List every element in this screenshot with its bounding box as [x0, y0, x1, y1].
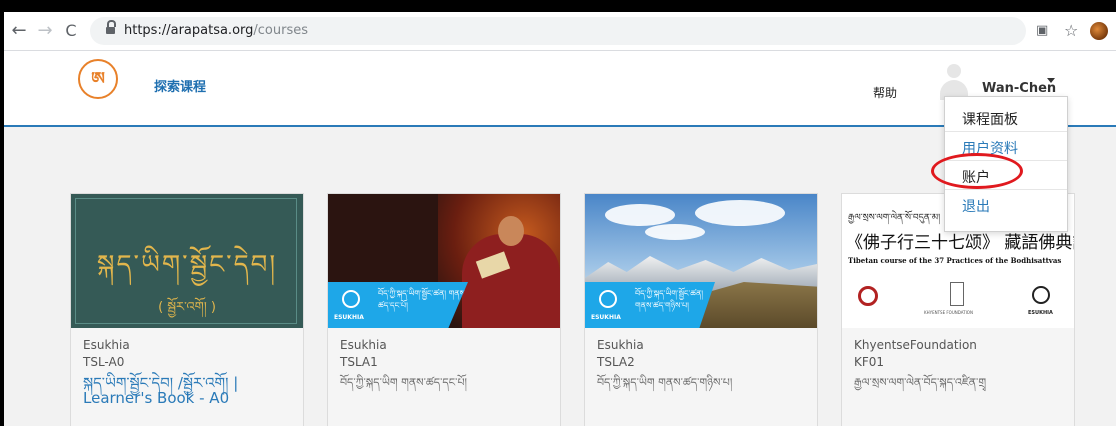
esukhia-emblem-icon — [599, 290, 617, 308]
khyentse-logo-icon — [950, 282, 964, 306]
course-org: Esukhia — [340, 338, 387, 352]
logo-caption: KHYENTSE FOUNDATION — [924, 310, 973, 315]
star-icon[interactable]: ☆ — [1064, 20, 1078, 42]
browser-toolbar: ← → C https://arapatsa.org/courses ▣ ☆ — [4, 12, 1116, 51]
course-info: Esukhia TSLA1 བོད་ཀྱི་སྐད་ཡིག གནས་ཚད་དང་… — [328, 328, 560, 426]
course-banner: ESUKHIA བོད་ཀྱི་སྐད་ཡིག་སྦྱོང་ཚན། གནས་ཚད… — [328, 282, 468, 328]
address-bar[interactable]: https://arapatsa.org/courses — [90, 17, 1026, 45]
back-arrow-icon[interactable]: ← — [8, 20, 30, 42]
course-image[interactable]: ESUKHIA བོད་ཀྱི་སྐད་ཡིག་སྦྱོང་ཚན། གནས་ཚད… — [585, 194, 817, 328]
course-title[interactable]: བོད་ཀྱི་སྐད་ཡིག གནས་ཚད་གཉིས་པ། — [597, 376, 809, 390]
url-text[interactable]: https://arapatsa.org/courses — [124, 23, 308, 38]
avatar[interactable] — [940, 64, 968, 100]
lock-icon — [106, 20, 116, 34]
chevron-down-icon[interactable] — [1047, 78, 1055, 83]
course-card-tsla1[interactable]: ESUKHIA བོད་ཀྱི་སྐད་ཡིག་སྦྱོང་ཚན། གནས་ཚད… — [327, 193, 561, 426]
course-info: KhyentseFoundation KF01 རྒྱལ་སྲས་ལག་ལེན་… — [842, 328, 1074, 426]
course-title[interactable]: རྒྱལ་སྲས་ལག་ལེན་བོད་སྐད་འཛིན་གྲྭ — [854, 376, 1066, 390]
url-path: /courses — [253, 23, 308, 38]
menu-item-sign-out[interactable]: 退出 — [945, 190, 1067, 219]
reload-icon[interactable]: C — [60, 20, 82, 42]
course-info: Esukhia TSLA2 བོད་ཀྱི་སྐད་ཡིག གནས་ཚད་གཉི… — [585, 328, 817, 426]
esukhia-emblem-icon — [1032, 286, 1050, 304]
brand-label: ESUKHIA — [591, 314, 621, 321]
image-english-title: Tibetan course of the 37 Practices of th… — [848, 256, 1062, 265]
course-card-tsl-a0[interactable]: སྐད་ཡིག་སྦྱོང་དེབ། ( སྦྱོར་འགོ། ) Esukhi… — [70, 193, 304, 426]
menu-item-label: 退出 — [962, 199, 990, 215]
course-org: Esukhia — [597, 338, 644, 352]
forward-arrow-icon[interactable]: → — [34, 20, 56, 42]
course-title[interactable]: བོད་ཀྱི་སྐད་ཡིག གནས་ཚད་དང་པོ། — [340, 376, 552, 390]
esukhia-emblem-icon — [342, 290, 360, 308]
course-info: Esukhia TSL-A0 སྐད་ཡིག་སྦྱོང་དེབ། /སྦྱོར… — [71, 328, 303, 426]
menu-item-dashboard[interactable]: 课程面板 — [945, 103, 1067, 132]
course-code: KF01 — [854, 355, 885, 369]
browser-window: ← → C https://arapatsa.org/courses ▣ ☆ ཨ… — [4, 12, 1116, 426]
profile-icon[interactable] — [1090, 22, 1108, 40]
course-banner: ESUKHIA བོད་ཀྱི་སྐད་ཡིག་སྦྱོང་ཚན། གནས་ཚད… — [585, 282, 715, 328]
arapatsa-logo[interactable]: ཨ — [78, 59, 118, 99]
image-subtitle: ( སྦྱོར་འགོ། ) — [158, 300, 216, 315]
course-org: Esukhia — [83, 338, 130, 352]
course-code: TSL-A0 — [83, 355, 125, 369]
course-image[interactable]: སྐད་ཡིག་སྦྱོང་དེབ། ( སྦྱོར་འགོ། ) — [71, 194, 303, 328]
translate-icon[interactable]: ▣ — [1036, 20, 1048, 42]
url-host: https://arapatsa.org — [124, 23, 254, 38]
highlight-circle — [931, 153, 1023, 189]
course-code: TSLA2 — [597, 355, 635, 369]
username-menu[interactable]: Wan-Chen — [982, 81, 1056, 96]
course-code: TSLA1 — [340, 355, 378, 369]
brand-label: ESUKHIA — [334, 314, 364, 321]
explore-courses-link[interactable]: 探索课程 — [154, 76, 206, 95]
menu-item-label: 课程面板 — [962, 112, 1018, 128]
help-link[interactable]: 帮助 — [873, 84, 897, 101]
course-title[interactable]: སྐད་ཡིག་སྦྱོང་དེབ། /སྦྱོར་འགོ། | Learner… — [83, 376, 295, 406]
course-card-tsla2[interactable]: ESUKHIA བོད་ཀྱི་སྐད་ཡིག་སྦྱོང་ཚན། གནས་ཚད… — [584, 193, 818, 426]
course-org: KhyentseFoundation — [854, 338, 977, 352]
seal-logo-icon — [858, 286, 878, 306]
brand-label: ESUKHIA — [1028, 310, 1053, 316]
course-image[interactable]: ESUKHIA བོད་ཀྱི་སྐད་ཡིག་སྦྱོང་ཚན། གནས་ཚད… — [328, 194, 560, 328]
banner-text: བོད་ཀྱི་སྐད་ཡིག་སྦྱོང་ཚན། གནས་ཚད་གཉིས་པ། — [635, 289, 704, 310]
banner-text: བོད་ཀྱི་སྐད་ཡིག་སྦྱོང་ཚན། གནས་ཚད་དང་པོ། — [378, 289, 467, 310]
